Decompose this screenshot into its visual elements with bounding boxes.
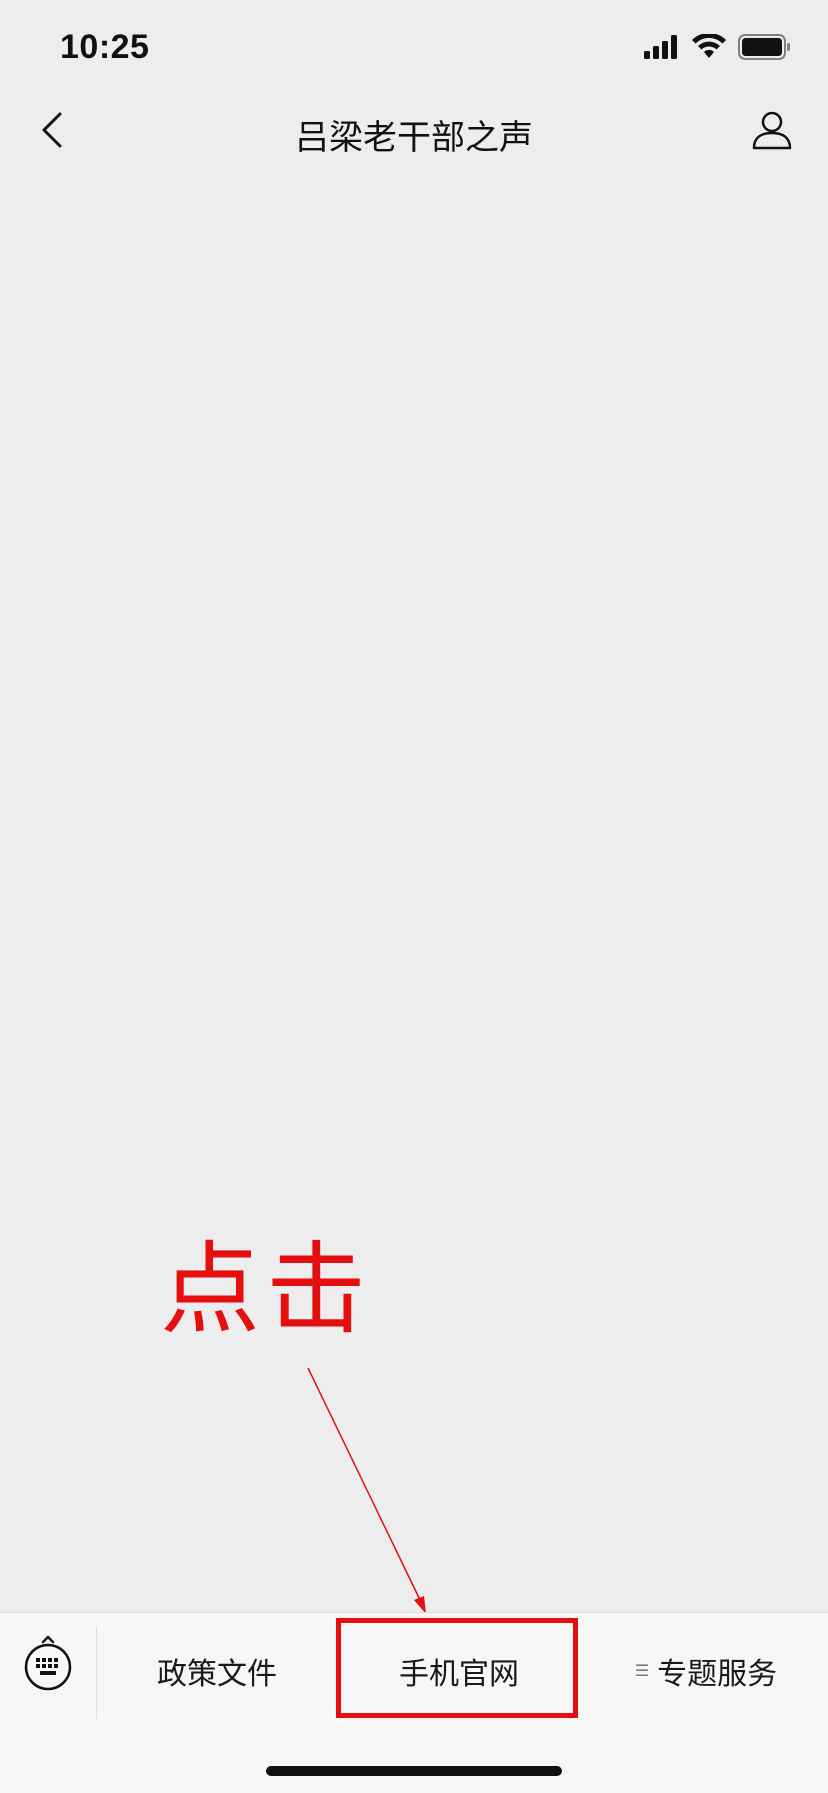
status-icons: [644, 32, 792, 64]
menu-item-mobile-website[interactable]: 手机官网: [334, 1629, 584, 1713]
menu-item-label: 政策文件: [157, 1657, 277, 1692]
page-title: 吕梁老干部之声: [295, 118, 533, 158]
home-indicator[interactable]: [266, 1766, 562, 1776]
signal-icon: [644, 35, 680, 63]
person-icon: [751, 109, 793, 155]
status-bar: 10:25: [0, 0, 828, 96]
menu-item-label: 专题服务: [657, 1657, 778, 1692]
menu-item-policy-documents[interactable]: 政策文件: [100, 1629, 334, 1713]
menu-divider: [96, 1627, 97, 1719]
wifi-icon: [692, 32, 726, 64]
status-time: 10:25: [60, 28, 150, 66]
annotation-label: 点击: [160, 1231, 372, 1348]
keyboard-toggle-button[interactable]: [20, 1635, 76, 1695]
chat-content: [0, 168, 828, 1612]
battery-icon: [738, 34, 792, 64]
nav-bar: 吕梁老干部之声: [0, 96, 828, 168]
profile-button[interactable]: [746, 106, 798, 158]
menu-item-special-services[interactable]: ☰ 专题服务: [584, 1629, 828, 1713]
keyboard-icon: [23, 1635, 73, 1695]
menu-item-label: 手机官网: [399, 1657, 519, 1692]
submenu-icon: ☰: [634, 1661, 650, 1680]
